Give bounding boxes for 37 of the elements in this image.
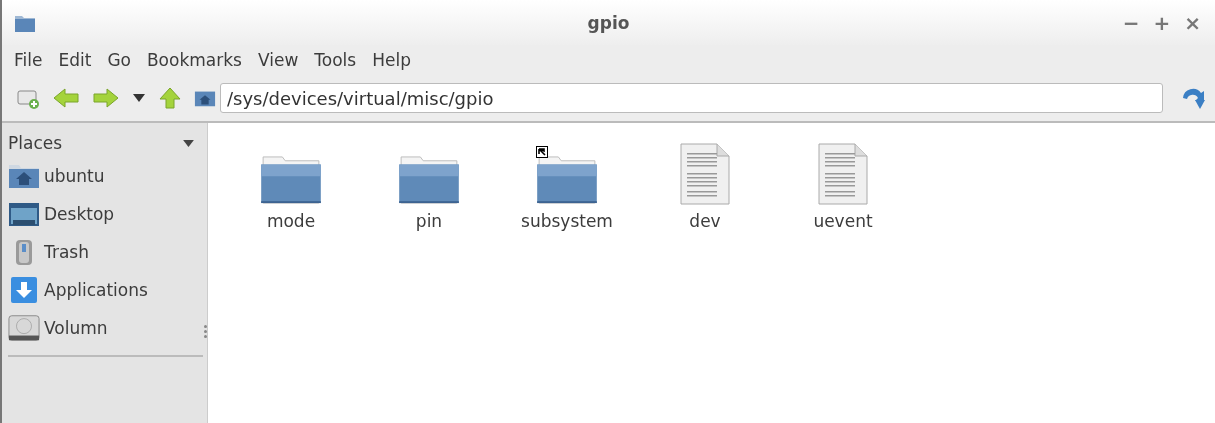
menu-item[interactable]: Edit [50, 48, 100, 72]
home-folder-icon [8, 163, 40, 189]
window-title: gpio [587, 12, 630, 33]
forward-arrow-icon[interactable] [92, 86, 120, 110]
menu-item[interactable]: Tools [306, 48, 365, 72]
text-file-icon[interactable] [680, 143, 730, 205]
file-name: uevent [813, 211, 873, 231]
folder-icon[interactable] [398, 155, 460, 205]
file-name: mode [266, 211, 316, 231]
location-field[interactable]: /sys/devices/virtual/misc/gpio [220, 83, 1163, 113]
file-name: dev [689, 211, 721, 231]
folder-icon[interactable] [536, 155, 598, 205]
dropdown-icon[interactable] [182, 138, 195, 148]
places-item[interactable]: Trash [44, 242, 89, 262]
menu-item[interactable]: File [6, 48, 51, 72]
menu-item[interactable]: Go [99, 48, 139, 72]
places-item[interactable]: ubuntu [44, 166, 105, 186]
file-name: pin [415, 211, 443, 231]
places-item[interactable]: Desktop [44, 204, 115, 224]
resize-grip-icon[interactable] [204, 325, 208, 338]
maximize-button[interactable]: + [1149, 10, 1175, 35]
minimize-button[interactable]: − [1118, 10, 1144, 35]
desktop-icon [8, 201, 40, 227]
places-label: Places [8, 133, 63, 153]
hard-drive-icon [8, 313, 40, 343]
back-arrow-icon[interactable] [52, 86, 80, 110]
file-name: subsystem [521, 211, 613, 231]
up-arrow-icon[interactable] [158, 86, 182, 110]
menu-item[interactable]: Bookmarks [138, 48, 250, 72]
dropdown-icon[interactable] [132, 93, 146, 103]
close-button[interactable]: × [1180, 10, 1205, 35]
places-item[interactable]: Applications [44, 280, 148, 300]
places-item[interactable]: Volumn [44, 318, 108, 338]
menu-item[interactable]: View [249, 48, 307, 72]
folder-icon[interactable] [260, 155, 322, 205]
text-file-icon[interactable] [818, 143, 868, 205]
menu-item[interactable]: Help [364, 48, 419, 72]
